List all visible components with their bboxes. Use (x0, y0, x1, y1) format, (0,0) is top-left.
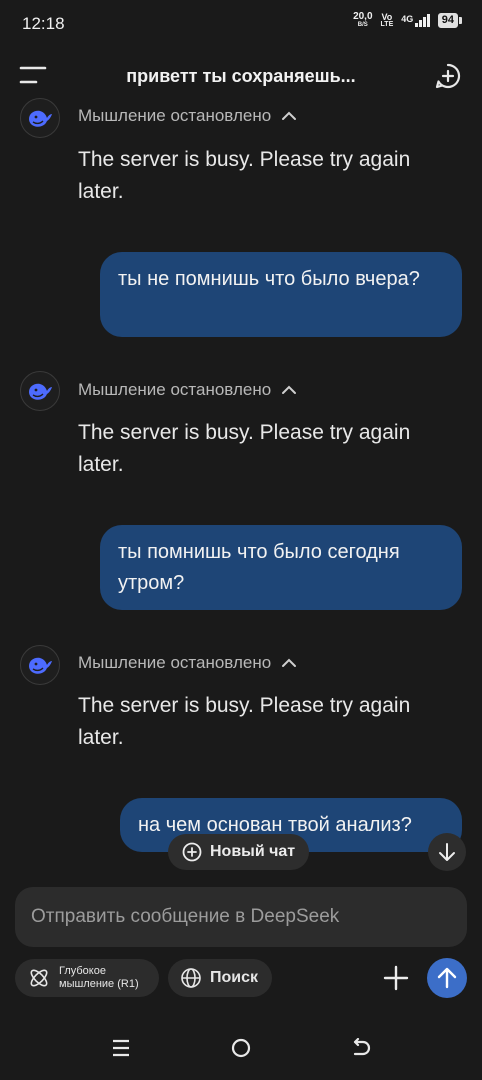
send-button[interactable] (427, 958, 467, 998)
thinking-status-label: Мышление остановлено (78, 380, 272, 399)
assistant-message-text: The server is busy. Please try again lat… (78, 694, 411, 749)
thinking-status-label: Мышление остановлено (78, 106, 272, 125)
web-search-toggle[interactable]: Поиск (168, 959, 272, 997)
volte-indicator: Vo LTE (380, 11, 394, 28)
deepseek-whale-icon (29, 657, 52, 674)
new-chat-chip[interactable]: Новый чат (168, 834, 310, 870)
nav-menu-icon[interactable] (107, 1034, 135, 1062)
menu-icon[interactable] (18, 62, 48, 88)
deepseek-whale-icon (29, 110, 52, 127)
user-message-bubble: ты помнишь что было сегодня утром? (100, 525, 462, 610)
signal-icon: 4G (401, 14, 430, 27)
nav-back-icon[interactable] (348, 1034, 376, 1062)
user-message-bubble: ты не помнишь что было вчера? (100, 252, 462, 337)
assistant-message-text: The server is busy. Please try again lat… (78, 148, 411, 203)
nav-home-icon[interactable] (227, 1034, 255, 1062)
thinking-status-label: Мышление остановлено (78, 653, 272, 672)
deepseek-whale-icon (29, 383, 52, 400)
chevron-up-icon (282, 111, 297, 120)
thinking-status-toggle[interactable]: Мышление остановлено (78, 380, 297, 400)
attach-button[interactable] (380, 962, 412, 994)
search-label: Поиск (210, 969, 259, 986)
chevron-up-icon (282, 658, 297, 667)
status-icons: 20,0 B/S Vo LTE 4G 94 (353, 12, 462, 29)
assistant-message-text: The server is busy. Please try again lat… (78, 421, 411, 476)
plus-circle-icon (182, 842, 202, 862)
new-chat-icon[interactable] (434, 62, 462, 90)
deep-think-label-line1: Глубокое (59, 965, 106, 977)
message-input[interactable]: Отправить сообщение в DeepSeek (15, 887, 467, 947)
message-input-placeholder: Отправить сообщение в DeepSeek (31, 906, 340, 927)
assistant-avatar (20, 645, 60, 685)
status-time: 12:18 (22, 14, 65, 33)
thinking-status-toggle[interactable]: Мышление остановлено (78, 653, 297, 673)
assistant-avatar (20, 371, 60, 411)
new-chat-label: Новый чат (210, 843, 296, 860)
plus-icon (383, 965, 409, 991)
atom-icon (30, 969, 48, 987)
assistant-avatar (20, 98, 60, 138)
thinking-status-toggle[interactable]: Мышление остановлено (78, 106, 297, 126)
battery-icon: 94 (437, 13, 462, 28)
deep-think-label-line2: мышление (R1) (59, 978, 139, 990)
net-speed: 20,0 B/S (353, 11, 373, 29)
arrow-up-icon (437, 967, 457, 989)
scroll-down-button[interactable] (428, 833, 466, 871)
chevron-up-icon (282, 385, 297, 394)
arrow-down-icon (439, 843, 455, 861)
globe-icon (181, 968, 201, 988)
chat-title: приветт ты сохраняешь... (126, 66, 356, 86)
deep-think-toggle[interactable]: Глубокое мышление (R1) (15, 959, 159, 997)
